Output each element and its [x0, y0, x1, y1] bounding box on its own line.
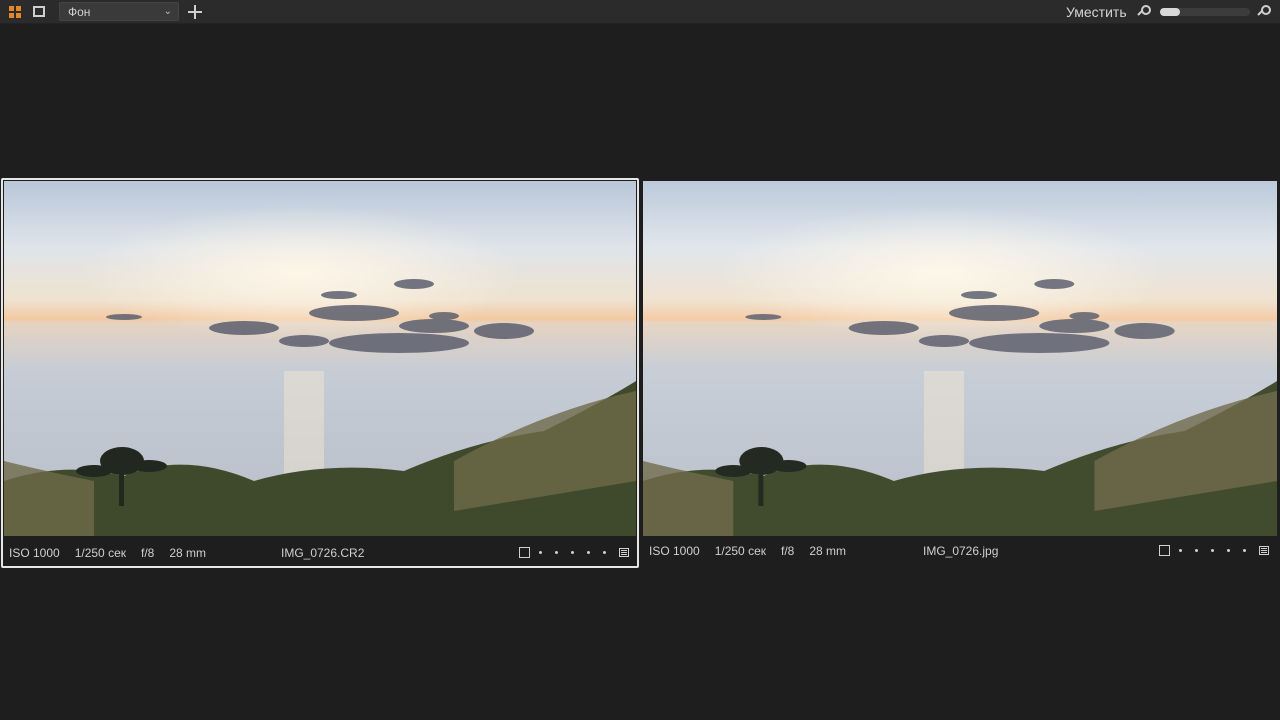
rating-star-5[interactable] — [1243, 549, 1246, 552]
zoom-slider[interactable] — [1160, 8, 1250, 16]
rating-controls — [519, 547, 629, 558]
zoom-out-icon[interactable] — [1137, 5, 1152, 19]
rating-star-1[interactable] — [1179, 549, 1182, 552]
viewer-left[interactable]: ISO 1000 1/250 сек f/8 28 mm IMG_0726.CR… — [1, 178, 639, 568]
rating-star-4[interactable] — [587, 551, 590, 554]
rating-controls — [1159, 545, 1269, 556]
layout-select-value: Фон — [68, 4, 91, 19]
rating-star-4[interactable] — [1227, 549, 1230, 552]
viewer-right[interactable]: ISO 1000 1/250 сек f/8 28 mm IMG_0726.jp… — [643, 181, 1277, 565]
shutter-value: 1/250 сек — [714, 544, 766, 558]
metadata-bar: ISO 1000 1/250 сек f/8 28 mm IMG_0726.CR… — [3, 539, 637, 566]
top-toolbar: Фон ⌄ Уместить — [0, 0, 1280, 24]
layout-select[interactable]: Фон ⌄ — [59, 2, 179, 21]
select-checkbox[interactable] — [519, 547, 530, 558]
rating-star-2[interactable] — [555, 551, 558, 554]
photo-preview — [643, 181, 1277, 536]
photo-preview — [4, 181, 636, 536]
focal-length-value: 28 mm — [809, 544, 847, 558]
rating-star-5[interactable] — [603, 551, 606, 554]
rating-star-3[interactable] — [1211, 549, 1214, 552]
info-menu-icon[interactable] — [619, 548, 629, 557]
filename: IMG_0726.jpg — [923, 544, 999, 558]
rating-star-1[interactable] — [539, 551, 542, 554]
metadata-bar: ISO 1000 1/250 сек f/8 28 mm IMG_0726.jp… — [643, 537, 1277, 565]
shutter-value: 1/250 сек — [74, 545, 126, 560]
select-checkbox[interactable] — [1159, 545, 1170, 556]
zoom-slider-fill — [1160, 8, 1180, 16]
add-icon[interactable] — [187, 4, 203, 20]
iso-value: ISO 1000 — [9, 545, 60, 560]
grid-view-icon[interactable] — [3, 0, 27, 24]
iso-value: ISO 1000 — [649, 544, 700, 558]
fit-button[interactable]: Уместить — [1066, 4, 1127, 20]
rating-star-3[interactable] — [571, 551, 574, 554]
zoom-in-icon[interactable] — [1257, 5, 1272, 19]
rating-star-2[interactable] — [1195, 549, 1198, 552]
aperture-value: f/8 — [781, 544, 795, 558]
single-view-icon[interactable] — [27, 0, 51, 24]
aperture-value: f/8 — [141, 545, 155, 560]
filename: IMG_0726.CR2 — [281, 546, 365, 560]
info-menu-icon[interactable] — [1259, 546, 1269, 555]
focal-length-value: 28 mm — [169, 545, 207, 560]
chevron-down-icon: ⌄ — [163, 6, 172, 17]
